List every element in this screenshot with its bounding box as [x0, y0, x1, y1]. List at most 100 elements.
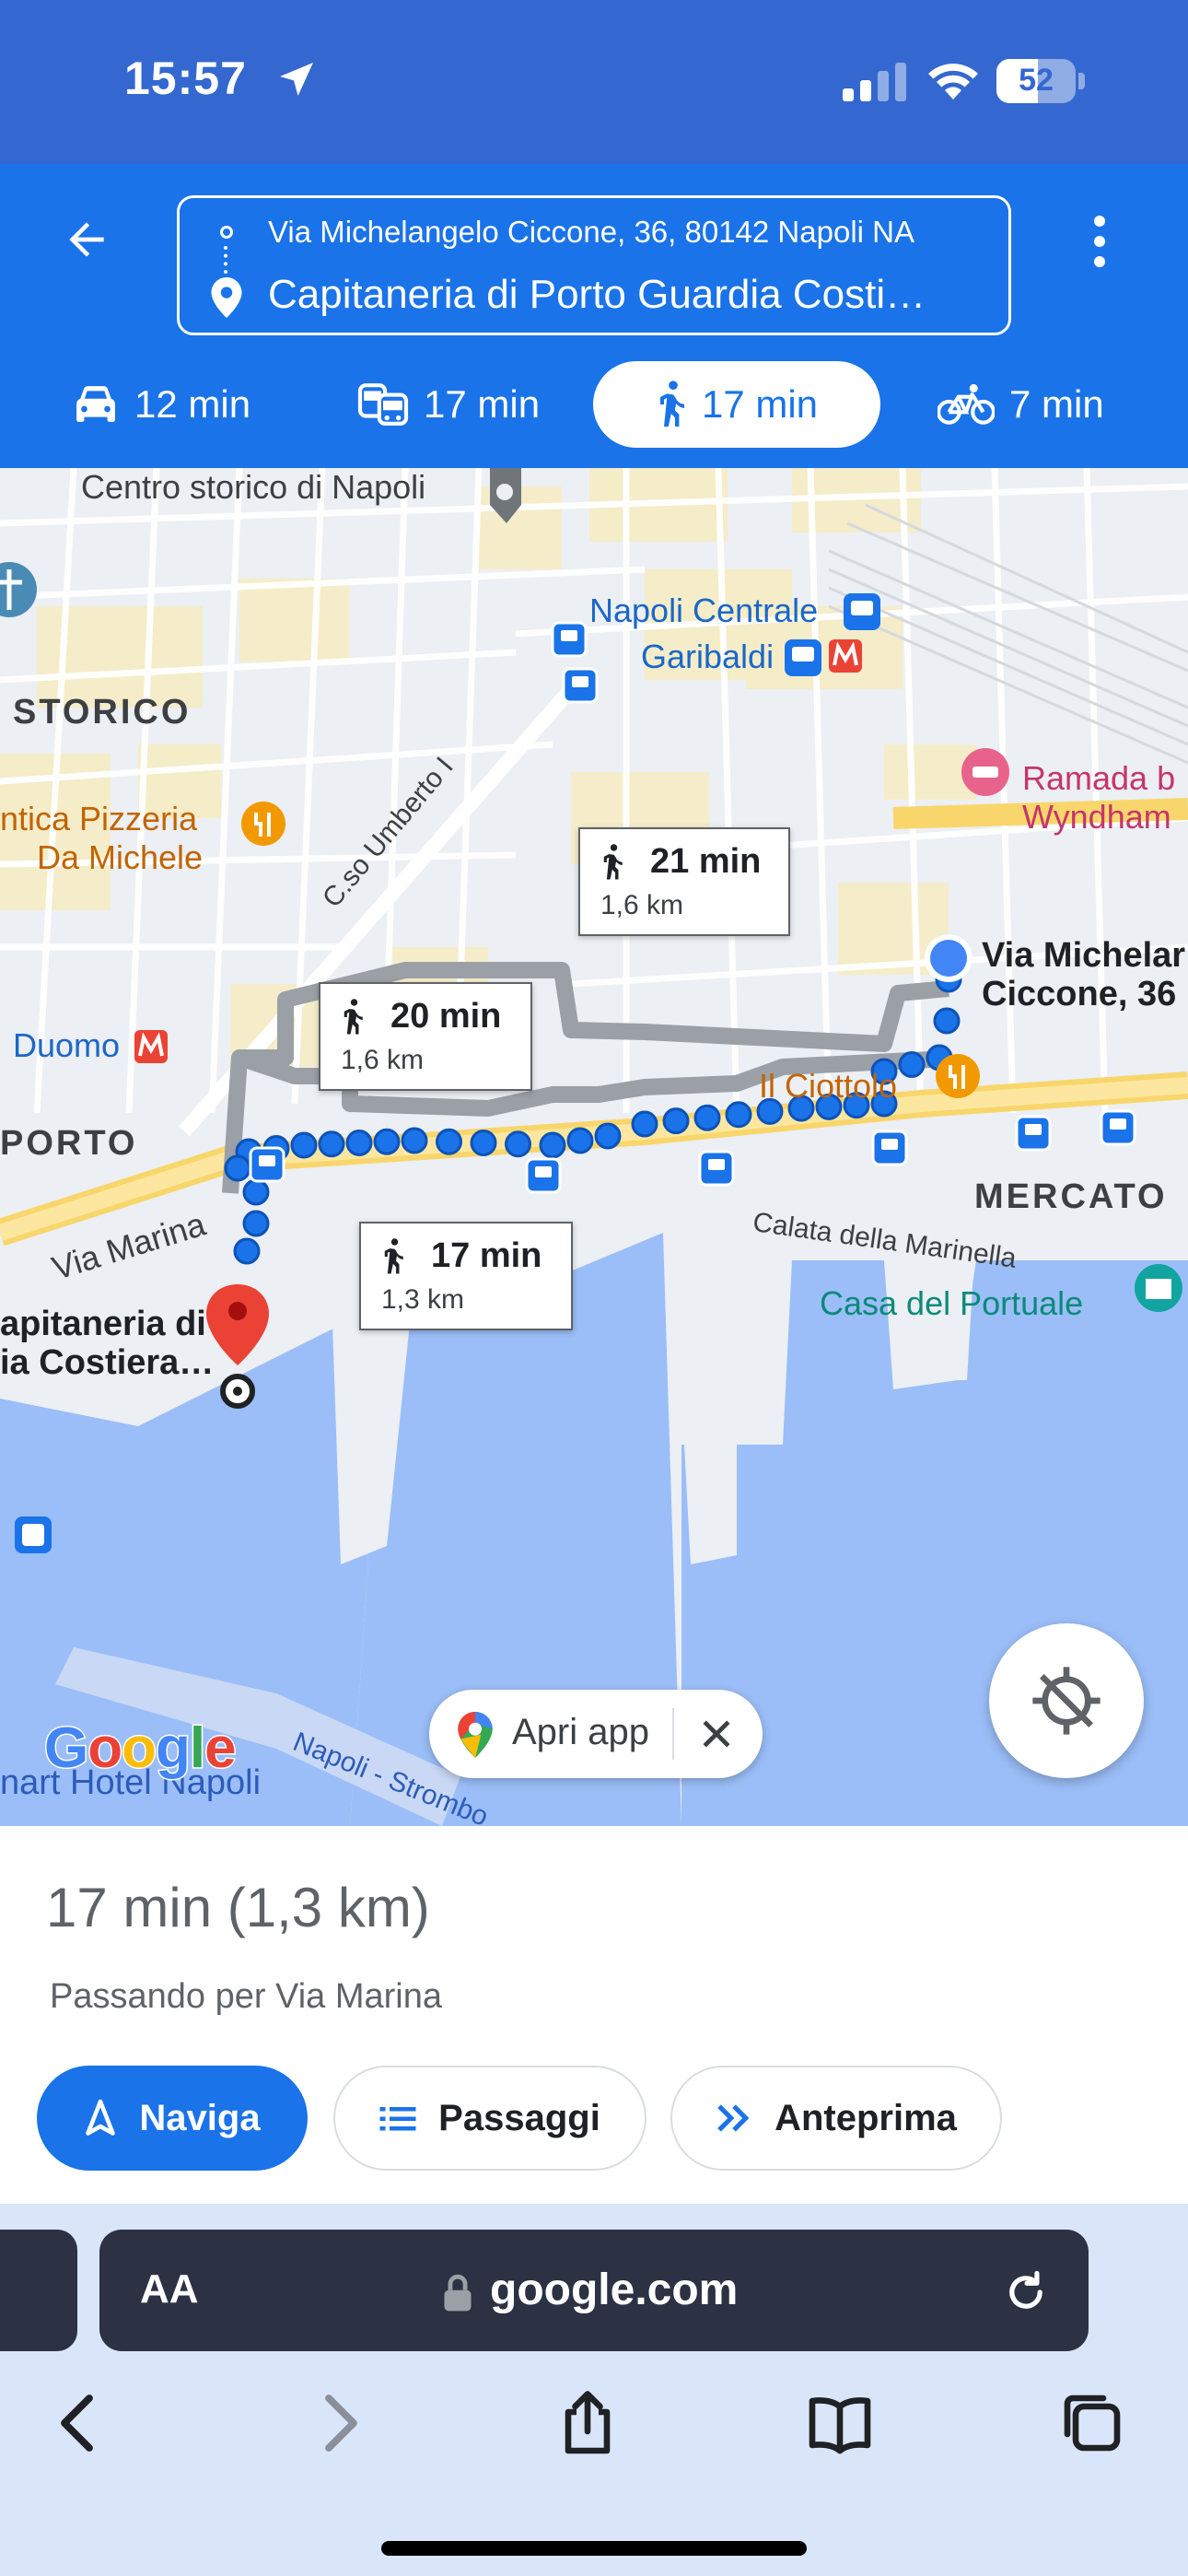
route-dot [436, 1128, 462, 1155]
route-dot [242, 1210, 270, 1237]
route-distance: 1,6 km [600, 890, 684, 920]
google-maps-pin-icon [458, 1712, 493, 1758]
bookmarks-icon[interactable] [807, 2390, 873, 2456]
url-text[interactable]: google.com [490, 2265, 738, 2315]
route-dot [233, 1237, 261, 1265]
mode-transit[interactable]: 17 min [357, 361, 540, 448]
map-label-ramada-line1: Ramada b [1022, 759, 1176, 797]
route-time: 20 min [390, 997, 502, 1036]
back-icon[interactable] [48, 2390, 114, 2456]
lock-icon [444, 2274, 472, 2312]
steps-label: Passaggi [438, 2097, 600, 2138]
close-icon[interactable] [696, 1714, 737, 1754]
route-dot [662, 1107, 690, 1135]
preview-button[interactable]: Anteprima [670, 2066, 1002, 2171]
back-arrow-icon[interactable] [61, 214, 112, 265]
route-callout-selected[interactable]: 17 min 1,3 km [359, 1222, 573, 1330]
map-label-ramada-line2: Wyndham [1022, 798, 1171, 836]
route-input-box[interactable]: Via Michelangelo Ciccone, 36, 80142 Napo… [177, 195, 1011, 335]
map-label-destination-line1: apitaneria di [0, 1305, 206, 1343]
route-dot [693, 1104, 721, 1131]
mode-bike-label: 7 min [1009, 382, 1104, 426]
text-size-button[interactable]: AA [140, 2266, 199, 2313]
route-dot [725, 1101, 752, 1129]
list-icon [379, 2107, 416, 2131]
route-dot [242, 1178, 270, 1206]
mode-drive-label: 12 min [134, 382, 251, 426]
map-canvas [0, 468, 1188, 1826]
location-arrow-icon [280, 63, 313, 96]
origin-dot-icon [220, 226, 233, 239]
route-via-text: Passando per Via Marina [50, 1977, 442, 2016]
my-location-button[interactable] [989, 1623, 1144, 1778]
map-label-il-ciottolo: Il Ciottolo [759, 1067, 898, 1105]
share-icon[interactable] [554, 2390, 621, 2456]
open-app-chip[interactable]: Apri app [429, 1690, 763, 1778]
mode-bike[interactable]: 7 min [938, 361, 1104, 448]
open-app-label: Apri app [512, 1712, 649, 1752]
location-disabled-icon [1032, 1667, 1101, 1735]
battery-level: 52 [1019, 63, 1054, 98]
route-time: 17 min [431, 1236, 542, 1275]
map-label-porto: PORTO [0, 1124, 138, 1163]
cellular-signal-icon [843, 63, 906, 101]
steps-button[interactable]: Passaggi [333, 2066, 646, 2171]
mode-drive[interactable]: 12 min [72, 361, 250, 448]
google-logo: Google [42, 1715, 238, 1782]
route-summary-title: 17 min (1,3 km) [46, 1877, 430, 1938]
route-dot [373, 1128, 401, 1155]
mode-transit-label: 17 min [424, 382, 541, 426]
destination-field[interactable]: Capitaneria di Porto Guardia Costi… [268, 272, 926, 318]
wifi-icon [928, 64, 978, 100]
route-dot [566, 1127, 594, 1154]
map-label-pizzeria-line1: ntica Pizzeria [0, 800, 198, 837]
mode-walk[interactable]: 17 min [593, 361, 880, 448]
transit-stop-window [708, 1159, 725, 1170]
map-label-casa-portuale: Casa del Portuale [820, 1284, 1084, 1322]
map-label-mercato: MERCATO [974, 1177, 1168, 1216]
map-label-origin-line2: Ciccone, 36 [982, 975, 1177, 1013]
route-dot [539, 1131, 566, 1159]
transit-stop-window [259, 1155, 275, 1166]
transit-stop-window [1110, 1118, 1126, 1130]
more-options-icon[interactable] [1085, 212, 1114, 271]
destination-pin-icon [211, 277, 242, 318]
walking-icon [659, 381, 684, 427]
route-callout-alt-2[interactable]: 20 min 1,6 km [319, 982, 532, 1091]
route-dot [933, 1007, 961, 1035]
route-dot [505, 1130, 531, 1158]
map-label-pizzeria-line2: Da Michele [37, 838, 204, 876]
walking-icon [384, 1238, 403, 1274]
navigate-button[interactable]: Naviga [37, 2066, 308, 2171]
map-label-destination-line2: ia Costiera… [0, 1343, 215, 1382]
route-dot [470, 1130, 497, 1156]
route-dot [318, 1130, 345, 1158]
route-dot [631, 1110, 658, 1138]
route-distance: 1,6 km [341, 1045, 425, 1075]
route-dot [345, 1130, 373, 1156]
transit-stop-window [572, 676, 588, 687]
route-dot [224, 1154, 251, 1182]
route-dot [898, 1051, 926, 1078]
route-connector-icon [224, 246, 229, 274]
transit-stop-window [535, 1166, 552, 1177]
map-label-storico: STORICO [13, 693, 192, 732]
tabs-icon[interactable] [1059, 2390, 1125, 2456]
route-callout-alt-1[interactable]: 21 min 1,6 km [578, 827, 790, 936]
status-time: 15:57 [124, 53, 247, 104]
map-view[interactable]: Centro storico di Napoli Napoli Centrale… [0, 468, 1188, 1826]
route-dot [401, 1127, 428, 1154]
navigation-arrow-icon [86, 2099, 116, 2136]
reload-icon[interactable] [1002, 2268, 1050, 2316]
open-app-divider [672, 1708, 674, 1760]
map-label-napoli-centrale: Napoli Centrale [589, 591, 819, 629]
navigate-label: Naviga [139, 2097, 261, 2138]
home-indicator [381, 2541, 807, 2556]
double-chevron-icon [717, 2104, 750, 2132]
mode-walk-label: 17 min [701, 382, 819, 426]
previous-tab-preview[interactable] [0, 2230, 77, 2351]
transit-stop-window [561, 630, 577, 641]
bicycle-icon [938, 383, 995, 425]
forward-icon[interactable] [304, 2390, 370, 2456]
origin-field[interactable]: Via Michelangelo Ciccone, 36, 80142 Napo… [268, 215, 914, 250]
